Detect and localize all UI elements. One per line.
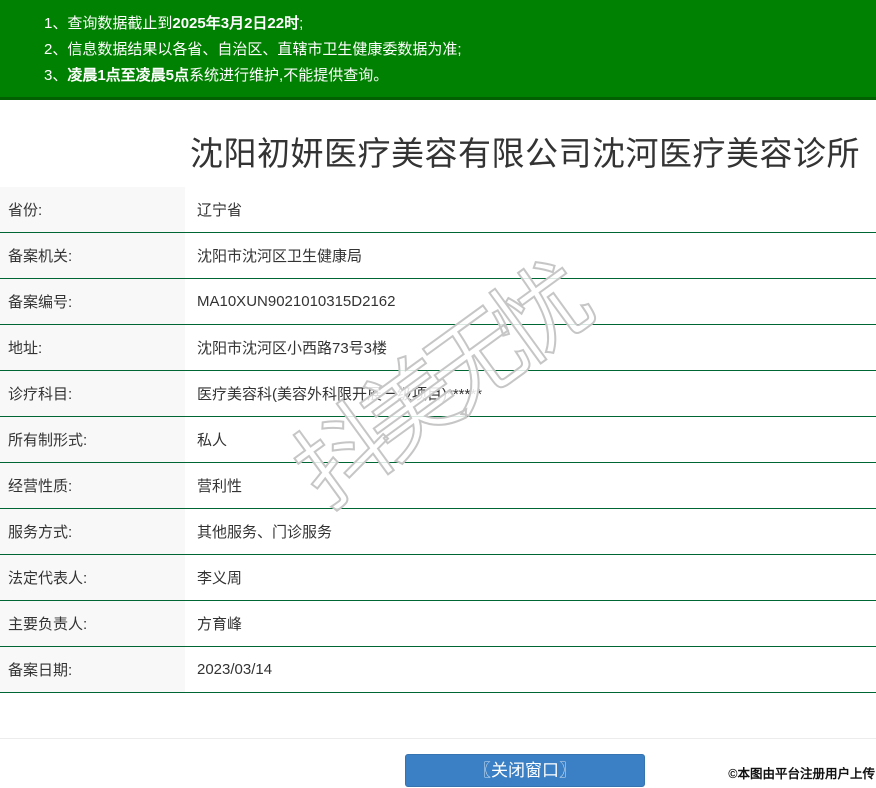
close-window-button[interactable]: 〖关闭窗口〗	[405, 754, 645, 787]
row-label: 经营性质:	[0, 463, 185, 508]
row-value: 私人	[197, 432, 228, 449]
notice-line-1: 1、查询数据截止到2025年3月2日22时;	[44, 11, 866, 37]
row-label: 备案日期:	[0, 647, 185, 692]
row-label: 法定代表人:	[0, 555, 185, 600]
row-value: MA10XUN9021010315D2162	[197, 293, 396, 310]
info-row-filing-authority: 备案机关: 沈阳市沈河区卫生健康局	[0, 233, 876, 279]
footer-bar: 〖关闭窗口〗 ©本图由平台注册用户上传	[0, 739, 876, 788]
notice-text-bold: 凌晨1点至凌晨5点	[67, 67, 190, 84]
info-row-province: 省份: 辽宁省	[0, 187, 876, 233]
info-row-ownership: 所有制形式: 私人	[0, 417, 876, 463]
notice-text: 查询数据截止到	[67, 15, 173, 32]
image-credit: ©本图由平台注册用户上传	[728, 767, 875, 781]
info-row-legal-representative: 法定代表人: 李义周	[0, 555, 876, 601]
row-value: 沈阳市沈河区卫生健康局	[197, 248, 363, 265]
notice-num: 3、	[44, 67, 68, 84]
row-value: 2023/03/14	[197, 661, 273, 678]
row-value: 沈阳市沈河区小西路73号3楼	[197, 340, 388, 357]
row-value: 辽宁省	[197, 202, 243, 219]
notice-text: 系统进行维护,不能提供查询。	[189, 67, 389, 84]
row-label: 备案编号:	[0, 279, 185, 324]
info-row-address: 地址: 沈阳市沈河区小西路73号3楼	[0, 325, 876, 371]
row-value: 其他服务、门诊服务	[197, 524, 333, 541]
row-label: 地址:	[0, 325, 185, 370]
row-value: 李义周	[197, 570, 243, 587]
notice-text: 信息数据结果以各省、自治区、直辖市卫生健康委数据为准;	[67, 41, 462, 58]
row-value: 方育峰	[197, 616, 243, 633]
info-row-filing-date: 备案日期: 2023/03/14	[0, 647, 876, 693]
info-row-clinical-subjects: 诊疗科目: 医疗美容科(美容外科限开展一级项目)******	[0, 371, 876, 417]
info-row-filing-number: 备案编号: MA10XUN9021010315D2162	[0, 279, 876, 325]
page-title: 沈阳初妍医疗美容有限公司沈河医疗美容诊所	[190, 135, 860, 172]
row-value: 营利性	[197, 478, 243, 495]
info-row-service-mode: 服务方式: 其他服务、门诊服务	[0, 509, 876, 555]
row-label: 诊疗科目:	[0, 371, 185, 416]
notice-line-2: 2、信息数据结果以各省、自治区、直辖市卫生健康委数据为准;	[44, 37, 866, 63]
info-row-principal: 主要负责人: 方育峰	[0, 601, 876, 647]
notice-text: ;	[299, 15, 304, 32]
row-label: 备案机关:	[0, 233, 185, 278]
notice-num: 1、	[44, 15, 68, 32]
notice-text-bold: 2025年3月2日22时	[172, 15, 300, 32]
notice-line-3: 3、凌晨1点至凌晨5点系统进行维护,不能提供查询。	[44, 63, 866, 89]
row-label: 主要负责人:	[0, 601, 185, 646]
row-label: 省份:	[0, 187, 185, 232]
row-label: 服务方式:	[0, 509, 185, 554]
info-table: 省份: 辽宁省 备案机关: 沈阳市沈河区卫生健康局 备案编号: MA10XUN9…	[0, 187, 876, 693]
info-row-business-nature: 经营性质: 营利性	[0, 463, 876, 509]
notice-num: 2、	[44, 41, 68, 58]
notice-banner: 1、查询数据截止到2025年3月2日22时; 2、信息数据结果以各省、自治区、直…	[0, 0, 876, 100]
row-label: 所有制形式:	[0, 417, 185, 462]
row-value: 医疗美容科(美容外科限开展一级项目)******	[197, 386, 483, 403]
